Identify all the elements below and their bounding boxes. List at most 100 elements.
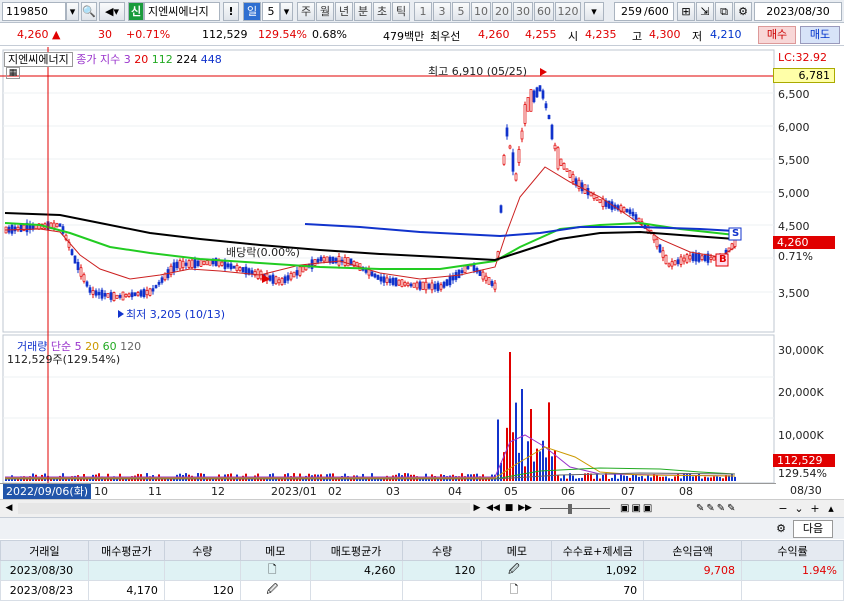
data-count-input[interactable]: 259 xyxy=(614,2,644,21)
volume-bar xyxy=(617,478,619,481)
interval-1-button[interactable]: 1 xyxy=(414,2,432,21)
volume-bar xyxy=(578,478,580,481)
candle-body xyxy=(502,155,506,165)
candle-body xyxy=(451,276,455,281)
chart-scroll-bar[interactable]: ◀ ▶ ◀◀ ■ ▶▶ ▣▣▣ ✎✎✎✎ − ⌄ + ▴ xyxy=(0,499,844,517)
copy-icon[interactable]: ⧉ xyxy=(715,2,733,21)
scroll-track[interactable] xyxy=(18,503,470,514)
candle-body xyxy=(667,263,671,267)
memo-icon[interactable]: 🗋 xyxy=(239,560,311,581)
sell-button[interactable]: 매도 xyxy=(800,26,840,44)
settings-gear-icon[interactable]: ⚙ xyxy=(734,2,752,21)
table-row[interactable]: 2023/08/23 4,170 120 🖉 🗋 70 xyxy=(0,580,844,601)
volume-bar xyxy=(662,476,664,481)
date-input[interactable]: 2023/08/30 xyxy=(754,2,842,21)
interval-dropdown-icon[interactable]: ▾ xyxy=(584,2,604,21)
scroll-right-icon[interactable]: ▶ xyxy=(470,502,484,515)
interval-30-button[interactable]: 30 xyxy=(513,2,533,21)
interval-5-button[interactable]: 5 xyxy=(452,2,470,21)
draw-tool-icons[interactable]: ✎✎✎✎ xyxy=(696,502,766,515)
interval-60-button[interactable]: 60 xyxy=(534,2,554,21)
legend-ma112: 112 xyxy=(151,53,173,66)
collapse-icon[interactable]: ⌄ xyxy=(792,502,806,515)
volume-bar xyxy=(659,476,661,481)
candle-body xyxy=(118,295,122,298)
stock-name-field[interactable]: 지엔씨에너지 xyxy=(144,2,220,21)
row-sell-avg: 4,260 xyxy=(309,560,403,581)
candle-body xyxy=(187,260,191,268)
candle-body xyxy=(658,244,662,253)
interval-20-button[interactable]: 20 xyxy=(492,2,512,21)
interval-120-button[interactable]: 120 xyxy=(555,2,581,21)
play-forward-icon[interactable]: ▶▶ xyxy=(518,502,532,515)
zoom-slider[interactable] xyxy=(540,508,610,509)
volume-bar xyxy=(716,476,718,481)
cross-price-box: 6,781 xyxy=(773,68,835,83)
period-number-field[interactable]: 5 xyxy=(262,2,280,21)
trade-table: 거래일 매수평균가 수량 메모 매도평균가 수량 메모 수수료+제세금 손익금액… xyxy=(0,540,844,601)
volume-bar xyxy=(734,476,736,481)
interval-10-button[interactable]: 10 xyxy=(471,2,491,21)
legend-stock-name: 지엔씨에너지 xyxy=(4,52,73,67)
grid-toggle-icon[interactable]: ▦ xyxy=(6,67,20,79)
buy-marker-label: B xyxy=(719,254,727,265)
alert-button[interactable]: ! xyxy=(223,2,239,21)
zoom-out-icon[interactable]: − xyxy=(776,502,790,515)
code-dropdown-icon[interactable]: ▾ xyxy=(66,2,79,21)
buy-button[interactable]: 매수 xyxy=(758,26,796,44)
memo-icon[interactable]: 🗋 xyxy=(481,580,553,601)
stop-icon[interactable]: ■ xyxy=(502,502,516,515)
speaker-icon[interactable]: ◀▾ xyxy=(99,2,125,21)
volume-bar xyxy=(512,432,514,481)
period-week-button[interactable]: 주 xyxy=(297,2,315,21)
candle-body xyxy=(553,144,557,150)
interval-3-button[interactable]: 3 xyxy=(433,2,451,21)
expand-icon[interactable]: ▴ xyxy=(824,502,838,515)
period-tick-button[interactable]: 틱 xyxy=(392,2,410,21)
candle-body xyxy=(343,257,347,266)
candle-body xyxy=(385,277,389,283)
scroll-left-icon[interactable]: ◀ xyxy=(2,502,16,515)
candle-body xyxy=(733,239,737,247)
volume-bar xyxy=(650,477,652,481)
quote-bar: 4,260 ▲ 30 +0.71% 112,529 129.54% 0.68% … xyxy=(0,24,844,46)
candle-body xyxy=(205,260,209,266)
volume-bar xyxy=(635,474,637,481)
candle-body xyxy=(700,255,704,260)
stock-code-input[interactable]: 119850 xyxy=(2,2,66,21)
zoom-in-icon[interactable]: + xyxy=(808,502,822,515)
candle-body xyxy=(88,287,92,293)
period-month-button[interactable]: 월 xyxy=(316,2,334,21)
period-minute-button[interactable]: 분 xyxy=(354,2,372,21)
volume-bar xyxy=(614,474,616,481)
candle-body xyxy=(79,267,83,277)
period-day-button[interactable]: 일 xyxy=(243,2,261,21)
pin-icon[interactable]: ⇲ xyxy=(696,2,714,21)
price-chart-svg[interactable] xyxy=(0,47,844,487)
period-second-button[interactable]: 초 xyxy=(373,2,391,21)
volume-bar xyxy=(527,441,529,481)
period-year-button[interactable]: 년 xyxy=(335,2,353,21)
candle-body xyxy=(112,292,116,301)
table-settings-icon[interactable]: ⚙ xyxy=(772,520,790,538)
col-buy-avg: 매수평균가 xyxy=(87,540,165,561)
next-button[interactable]: 다음 xyxy=(793,520,833,538)
play-back-icon[interactable]: ◀◀ xyxy=(486,502,500,515)
memo-edit-icon[interactable]: 🖉 xyxy=(481,560,553,581)
legend-ma224: 224 xyxy=(176,53,198,66)
candle-body xyxy=(634,214,638,220)
memo-edit-icon[interactable]: 🖉 xyxy=(239,580,311,601)
candle-body xyxy=(100,289,104,299)
chart-type-icon[interactable]: ⊞ xyxy=(677,2,695,21)
candle-body xyxy=(517,149,521,163)
candle-body xyxy=(238,267,242,271)
period-dropdown-icon[interactable]: ▾ xyxy=(280,2,293,21)
candle-body xyxy=(562,163,566,170)
candle-body xyxy=(220,261,224,266)
candle-body xyxy=(52,222,56,229)
search-icon[interactable]: 🔍 xyxy=(81,2,97,21)
view-mode-icons[interactable]: ▣▣▣ xyxy=(620,502,680,515)
candle-body xyxy=(193,259,197,269)
zoom-slider-handle[interactable] xyxy=(568,504,572,514)
table-row[interactable]: 2023/08/30 🗋 4,260 120 🖉 1,092 9,708 1.9… xyxy=(0,560,844,581)
